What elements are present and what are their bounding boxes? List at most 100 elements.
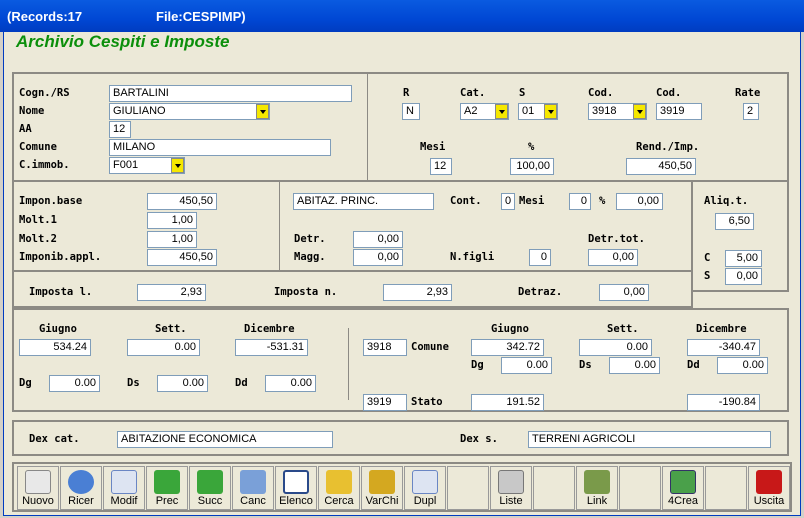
cimmob-label: C.immob. bbox=[19, 159, 70, 171]
molt1-field[interactable]: 1,00 bbox=[147, 212, 197, 229]
list-icon bbox=[283, 470, 309, 494]
s-dropdown-icon[interactable] bbox=[544, 104, 557, 119]
cod2-field[interactable]: 3919 bbox=[656, 103, 702, 120]
prec-button[interactable]: Prec bbox=[146, 466, 188, 510]
c-sett-field[interactable]: 0.00 bbox=[579, 339, 652, 356]
dd-label: Dd bbox=[235, 377, 248, 389]
toolbar: Nuovo Ricer Modif Prec Succ Canc Elenco … bbox=[12, 462, 792, 512]
dex-cat-field[interactable]: ABITAZIONE ECONOMICA bbox=[117, 431, 333, 448]
r-field[interactable]: N bbox=[402, 103, 420, 120]
dex-panel: Dex cat. ABITAZIONE ECONOMICA Dex s. TER… bbox=[12, 420, 789, 456]
c-dg-field[interactable]: 0.00 bbox=[501, 357, 552, 374]
divider bbox=[367, 74, 368, 180]
s-giugno-field[interactable]: 191.52 bbox=[471, 394, 544, 411]
molt1-label: Molt.1 bbox=[19, 214, 57, 226]
uscita-button[interactable]: Uscita bbox=[748, 466, 790, 510]
nfigli-field[interactable]: 0 bbox=[529, 249, 551, 266]
base-label: Impon.base bbox=[19, 195, 83, 207]
appl-field[interactable]: 450,50 bbox=[147, 249, 217, 266]
s-field[interactable]: 01 bbox=[518, 103, 558, 120]
magg-field[interactable]: 0,00 bbox=[353, 249, 403, 266]
c-ds-label: Ds bbox=[579, 359, 592, 371]
empty-button[interactable] bbox=[705, 466, 747, 510]
modif-button[interactable]: Modif bbox=[103, 466, 145, 510]
dic-field[interactable]: -531.31 bbox=[235, 339, 308, 356]
cod-stato-field[interactable]: 3919 bbox=[363, 394, 407, 411]
s-aliq-field[interactable]: 0,00 bbox=[725, 268, 762, 285]
liste-button[interactable]: Liste bbox=[490, 466, 532, 510]
c-dic-label: Dicembre bbox=[696, 323, 747, 335]
new-document-icon bbox=[25, 470, 51, 494]
elenco-button[interactable]: Elenco bbox=[275, 466, 317, 510]
imposte-panel: Imposta l. 2,93 Imposta n. 2,93 Detraz. … bbox=[12, 270, 693, 308]
s-aliq-label: S bbox=[704, 270, 711, 282]
c-giugno-field[interactable]: 342.72 bbox=[471, 339, 544, 356]
detraz-field[interactable]: 0,00 bbox=[599, 284, 649, 301]
dg-field[interactable]: 0.00 bbox=[49, 375, 100, 392]
cimmob-dropdown-icon[interactable] bbox=[171, 158, 184, 173]
cerca-button[interactable]: Cerca bbox=[318, 466, 360, 510]
dex-s-field[interactable]: TERRENI AGRICOLI bbox=[528, 431, 771, 448]
nuovo-button[interactable]: Nuovo bbox=[17, 466, 59, 510]
cont-field[interactable]: 0 bbox=[501, 193, 515, 210]
mesi-label: Mesi bbox=[420, 141, 446, 153]
varchi-button[interactable]: VarChi bbox=[361, 466, 403, 510]
perc-field[interactable]: 100,00 bbox=[510, 158, 554, 175]
comune-field[interactable]: MILANO bbox=[109, 139, 331, 156]
aliqt-field[interactable]: 6,50 bbox=[715, 213, 754, 230]
sett-field[interactable]: 0.00 bbox=[127, 339, 200, 356]
aa-field[interactable]: 12 bbox=[109, 121, 131, 138]
canc-button[interactable]: Canc bbox=[232, 466, 274, 510]
stato-label: Stato bbox=[411, 396, 443, 408]
cimmob-field[interactable]: F001 bbox=[109, 157, 185, 174]
rate-label: Rate bbox=[735, 87, 761, 99]
succ-button[interactable]: Succ bbox=[189, 466, 231, 510]
detraz-label: Detraz. bbox=[518, 286, 563, 298]
rend-field[interactable]: 450,50 bbox=[626, 158, 696, 175]
cont-label: Cont. bbox=[450, 195, 482, 207]
cat-field[interactable]: A2 bbox=[460, 103, 509, 120]
detr-perc-field[interactable]: 0,00 bbox=[616, 193, 663, 210]
empty-button[interactable] bbox=[533, 466, 575, 510]
cod-comune-field[interactable]: 3918 bbox=[363, 339, 407, 356]
records-count: (Records:17 bbox=[7, 9, 83, 24]
rate-field[interactable]: 2 bbox=[743, 103, 759, 120]
c-field[interactable]: 5,00 bbox=[725, 250, 762, 267]
title-bar: (Records:17 File:CESPIMP) bbox=[0, 0, 804, 32]
empty-button[interactable] bbox=[447, 466, 489, 510]
detr-mesi-field[interactable]: 0 bbox=[569, 193, 591, 210]
crea-button[interactable]: 4Crea bbox=[662, 466, 704, 510]
detrtot-field[interactable]: 0,00 bbox=[588, 249, 638, 266]
aliquote-panel: Aliq.t. 6,50 C 5,00 S 0,00 bbox=[691, 180, 789, 292]
nome-field[interactable]: GIULIANO bbox=[109, 103, 270, 120]
dd-field[interactable]: 0.00 bbox=[265, 375, 316, 392]
molt2-field[interactable]: 1,00 bbox=[147, 231, 197, 248]
imp1-field[interactable]: 2,93 bbox=[137, 284, 206, 301]
cod1-dropdown-icon[interactable] bbox=[633, 104, 646, 119]
s-dic-field[interactable]: -190.84 bbox=[687, 394, 760, 411]
c-ds-field[interactable]: 0.00 bbox=[609, 357, 660, 374]
c-dd-field[interactable]: 0.00 bbox=[717, 357, 768, 374]
empty-button[interactable] bbox=[619, 466, 661, 510]
ricer-button[interactable]: Ricer bbox=[60, 466, 102, 510]
cognome-field[interactable]: BARTALINI bbox=[109, 85, 352, 102]
ds-field[interactable]: 0.00 bbox=[157, 375, 208, 392]
detr-field[interactable]: 0,00 bbox=[353, 231, 403, 248]
trash-icon bbox=[240, 470, 266, 494]
nome-dropdown-icon[interactable] bbox=[256, 104, 269, 119]
dupl-button[interactable]: Dupl bbox=[404, 466, 446, 510]
cat-dropdown-icon[interactable] bbox=[495, 104, 508, 119]
comune-rate-label: Comune bbox=[411, 341, 449, 353]
mesi-field[interactable]: 12 bbox=[430, 158, 452, 175]
link-button[interactable]: Link bbox=[576, 466, 618, 510]
cod1-field[interactable]: 3918 bbox=[588, 103, 647, 120]
nome-label: Nome bbox=[19, 105, 45, 117]
detr-desc-field[interactable]: ABITAZ. PRINC. bbox=[293, 193, 434, 210]
magnifier-icon bbox=[68, 470, 94, 494]
detr-label: Detr. bbox=[294, 233, 326, 245]
impn-field[interactable]: 2,93 bbox=[383, 284, 452, 301]
giugno-field[interactable]: 534.24 bbox=[19, 339, 91, 356]
impn-label: Imposta n. bbox=[274, 286, 338, 298]
base-field[interactable]: 450,50 bbox=[147, 193, 217, 210]
c-dic-field[interactable]: -340.47 bbox=[687, 339, 760, 356]
